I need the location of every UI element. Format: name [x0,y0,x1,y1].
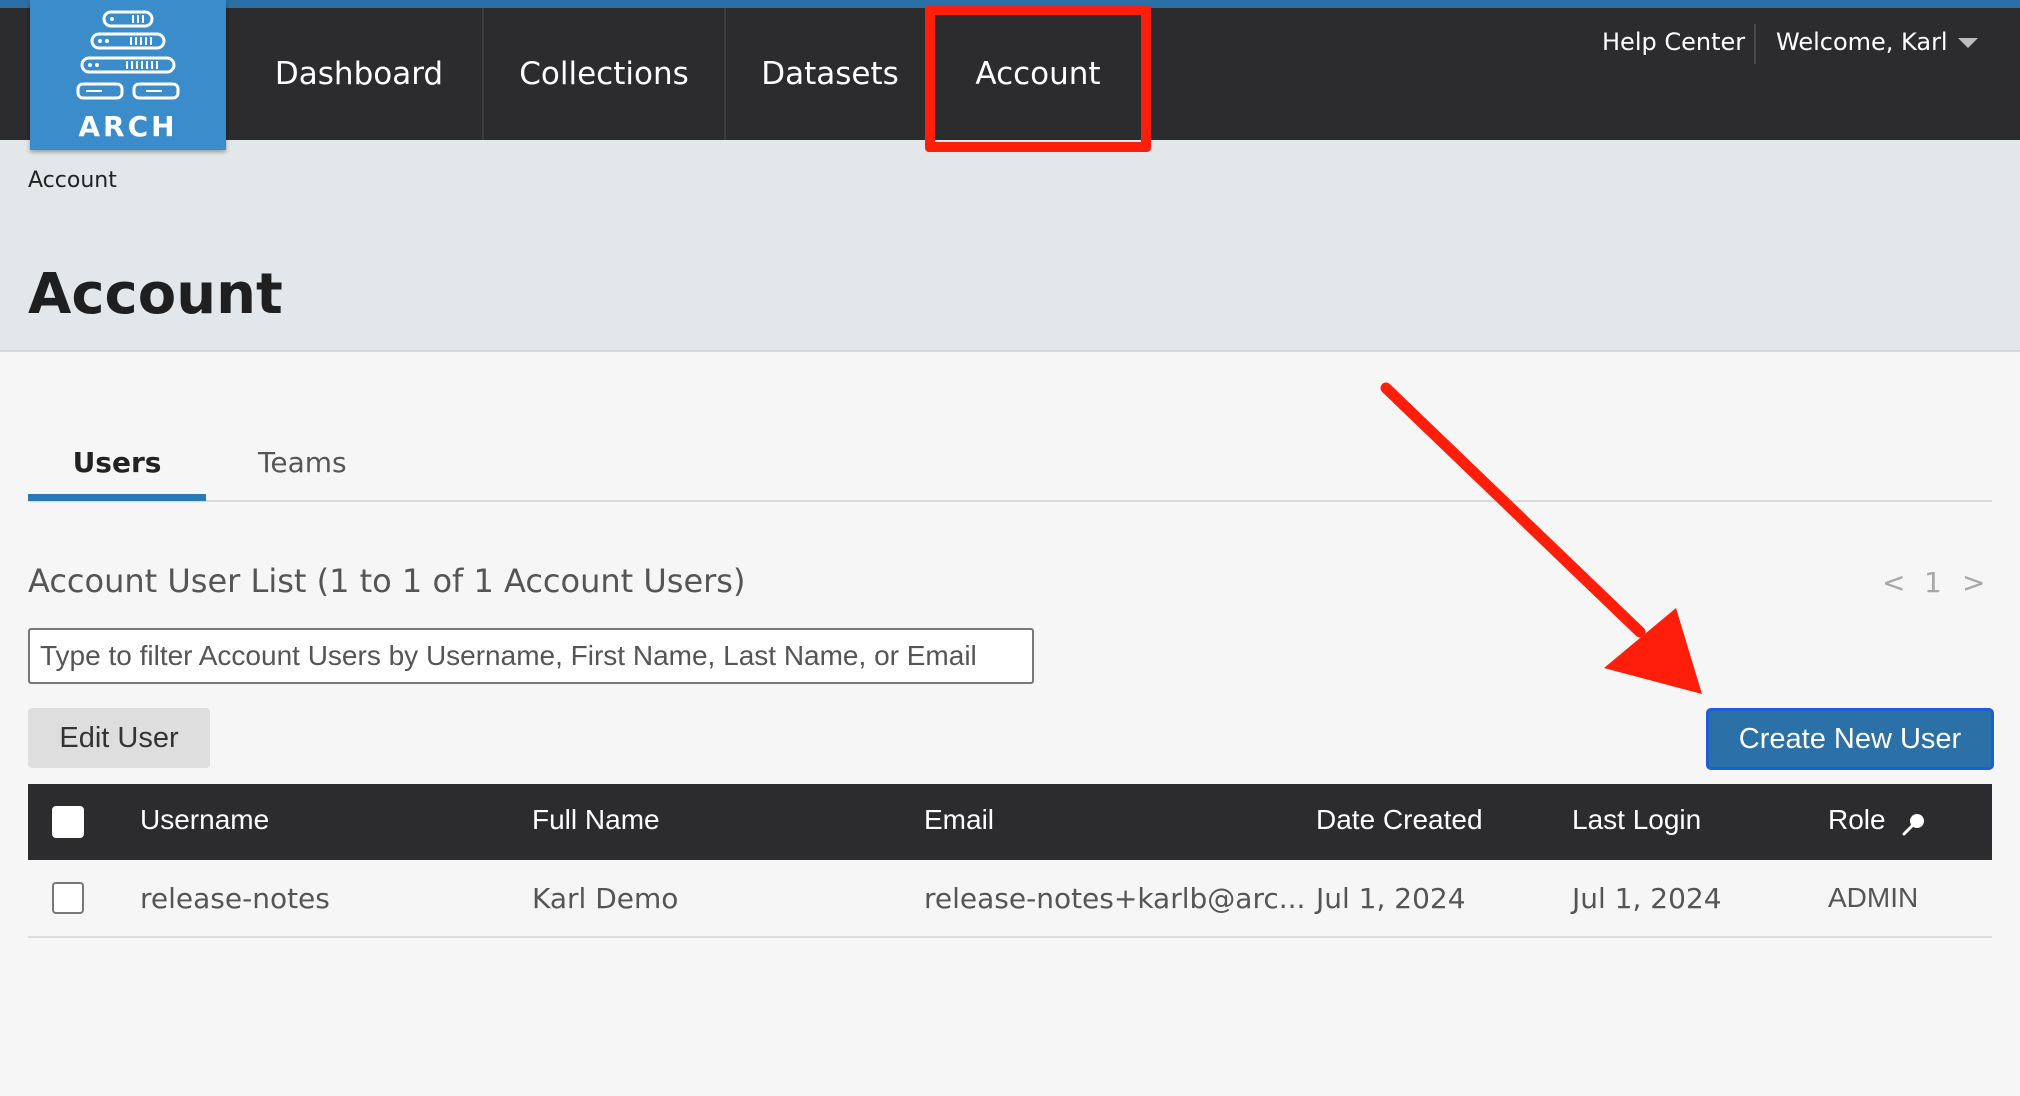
active-tab-indicator [28,494,206,501]
edit-user-button[interactable]: Edit User [28,708,210,768]
help-center-link[interactable]: Help Center [1602,28,1745,56]
breadcrumb[interactable]: Account [28,168,117,193]
cell-role: ADMIN [1828,882,1919,913]
column-full-name[interactable]: Full Name [532,804,660,836]
user-filter-input[interactable] [28,628,1034,684]
column-role[interactable]: Role [1828,804,1886,836]
cell-date-created: Jul 1, 2024 [1316,882,1466,915]
table-header: Username Full Name Email Date Created La… [28,784,1992,860]
cell-username: release-notes [140,882,330,915]
page-title: Account [28,262,283,327]
user-menu[interactable]: Welcome, Karl [1776,28,1948,56]
column-date-created[interactable]: Date Created [1316,804,1483,836]
nav-dashboard[interactable]: Dashboard [236,8,482,140]
table-row[interactable]: release-notes Karl Demo release-notes+ka… [28,860,1992,938]
user-list-title: Account User List (1 to 1 of 1 Account U… [28,562,746,600]
select-all-checkbox[interactable] [52,806,84,838]
tabs-divider [28,500,1992,502]
nav-account[interactable]: Account [940,8,1136,140]
pager-next[interactable]: > [1962,566,1985,599]
nav-datasets[interactable]: Datasets [726,8,934,140]
page-header-band [0,140,2020,352]
create-new-user-button[interactable]: Create New User [1706,708,1994,770]
nav-collections[interactable]: Collections [484,8,724,140]
tab-teams[interactable]: Teams [258,446,347,479]
column-email[interactable]: Email [924,804,994,836]
top-accent-stripe [0,0,2020,8]
pager-prev[interactable]: < [1882,566,1905,599]
cell-last-login: Jul 1, 2024 [1572,882,1722,915]
tab-users[interactable]: Users [28,446,206,479]
row-checkbox[interactable] [52,882,84,914]
user-menu-divider [1754,24,1756,64]
column-last-login[interactable]: Last Login [1572,804,1701,836]
pager-page[interactable]: 1 [1924,566,1942,599]
magnifier-icon[interactable] [1900,810,1928,838]
caret-down-icon[interactable] [1958,38,1978,48]
arch-logo[interactable]: ARCH [30,0,226,150]
logo-text: ARCH [78,110,178,143]
column-username[interactable]: Username [140,804,269,836]
cell-full-name: Karl Demo [532,882,679,915]
server-stack-icon [76,10,180,100]
cell-email: release-notes+karlb@arc... [924,882,1306,915]
